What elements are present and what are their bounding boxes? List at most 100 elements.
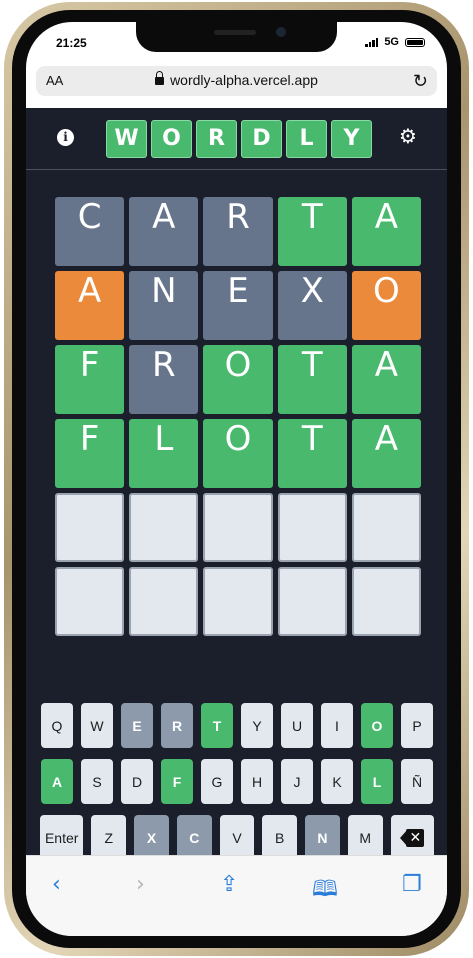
key-d[interactable]: D	[121, 759, 153, 804]
browser-toolbar: ‹ › ⇪ 🕮 ❐	[26, 855, 447, 936]
letter-tile: T	[277, 197, 347, 266]
key-z[interactable]: Z	[91, 815, 127, 860]
letter-tile	[203, 567, 273, 636]
url-text: wordly-alpha.vercel.app	[170, 72, 318, 88]
guess-row: FLOTA	[55, 419, 422, 488]
letter-tile: T	[277, 419, 347, 488]
letter-tile: F	[55, 419, 125, 488]
key-q[interactable]: Q	[41, 703, 73, 748]
signal-icon	[365, 37, 379, 47]
status-time: 21:25	[56, 36, 87, 50]
letter-tile	[277, 567, 347, 636]
key-l[interactable]: L	[361, 759, 393, 804]
key-a[interactable]: A	[41, 759, 73, 804]
gear-icon[interactable]: ⚙	[399, 126, 417, 146]
keyboard-row-1: QWERTYUIOP	[40, 703, 434, 748]
key-u[interactable]: U	[281, 703, 313, 748]
battery-icon	[405, 37, 425, 47]
letter-tile	[203, 493, 273, 562]
key-c[interactable]: C	[176, 815, 212, 860]
logo-letter: L	[286, 120, 327, 158]
enter-key[interactable]: Enter	[40, 815, 84, 860]
letter-tile	[129, 493, 199, 562]
letter-tile	[55, 567, 125, 636]
key-n[interactable]: N	[305, 815, 340, 860]
key-x[interactable]: X	[134, 815, 169, 860]
letter-tile: A	[351, 197, 422, 266]
screen: 21:25 5G AA wordly-alpha.vercel.app ↻ i …	[26, 22, 447, 936]
guess-row: ANEXO	[55, 271, 422, 340]
key-k[interactable]: K	[321, 759, 353, 804]
keyboard-row-2: ASDFGHJKLÑ	[40, 759, 434, 804]
letter-tile: O	[351, 271, 422, 340]
key-f[interactable]: F	[161, 759, 193, 804]
logo-letter: W	[106, 120, 147, 158]
reload-icon[interactable]: ↻	[413, 71, 428, 92]
key-h[interactable]: H	[241, 759, 273, 804]
back-icon[interactable]: ‹	[52, 872, 61, 897]
letter-tile: C	[55, 197, 125, 266]
logo-letter: O	[151, 120, 192, 158]
letter-tile: O	[203, 419, 273, 488]
letter-tile	[351, 567, 422, 636]
letter-tile	[351, 493, 422, 562]
forward-icon[interactable]: ›	[136, 872, 145, 897]
letter-tile: R	[129, 345, 199, 414]
tabs-icon[interactable]: ❐	[402, 872, 422, 897]
key-t[interactable]: T	[201, 703, 233, 748]
letter-tile: E	[203, 271, 273, 340]
letter-tile: L	[129, 419, 199, 488]
backspace-key[interactable]: ✕	[390, 815, 434, 860]
letter-tile: R	[203, 197, 273, 266]
key-g[interactable]: G	[201, 759, 233, 804]
key-i[interactable]: I	[321, 703, 353, 748]
key-ñ[interactable]: Ñ	[401, 759, 433, 804]
logo-letter: R	[196, 120, 237, 158]
logo-letter: Y	[331, 120, 372, 158]
letter-tile: A	[351, 419, 422, 488]
speaker	[214, 30, 256, 35]
key-r[interactable]: R	[161, 703, 193, 748]
letter-tile: A	[351, 345, 422, 414]
keyboard-row-3: Enter ZXCVBNM ✕	[40, 815, 434, 860]
app-header: i WORDLY ⚙	[26, 108, 447, 170]
address-bar[interactable]: AA wordly-alpha.vercel.app ↻	[36, 66, 437, 96]
lock-icon	[155, 71, 165, 85]
bookmarks-icon[interactable]: 🕮	[312, 872, 338, 910]
key-e[interactable]: E	[121, 703, 153, 748]
front-camera	[276, 27, 286, 37]
guess-row	[55, 493, 422, 562]
letter-tile	[129, 567, 199, 636]
url-display[interactable]: wordly-alpha.vercel.app	[36, 71, 437, 88]
letter-tile: A	[55, 271, 125, 340]
key-o[interactable]: O	[361, 703, 393, 748]
key-v[interactable]: V	[219, 815, 255, 860]
keyboard: QWERTYUIOP ASDFGHJKLÑ Enter ZXCVBNM ✕	[40, 703, 434, 871]
phone-frame: 21:25 5G AA wordly-alpha.vercel.app ↻ i …	[0, 0, 473, 958]
network-label: 5G	[384, 36, 399, 48]
key-s[interactable]: S	[81, 759, 113, 804]
key-b[interactable]: B	[262, 815, 298, 860]
key-w[interactable]: W	[81, 703, 113, 748]
letter-tile: X	[277, 271, 347, 340]
status-indicators: 5G	[365, 36, 425, 48]
notch	[136, 22, 337, 52]
letter-tile: A	[129, 197, 199, 266]
info-icon[interactable]: i	[57, 129, 74, 146]
app-logo: WORDLY	[106, 120, 372, 158]
backspace-icon: ✕	[400, 828, 425, 847]
guess-row	[55, 567, 422, 636]
guess-grid: CARTAANEXOFROTAFLOTA	[55, 197, 422, 641]
key-p[interactable]: P	[401, 703, 433, 748]
letter-tile	[277, 493, 347, 562]
key-m[interactable]: M	[347, 815, 383, 860]
key-y[interactable]: Y	[241, 703, 273, 748]
guess-row: CARTA	[55, 197, 422, 266]
letter-tile: O	[203, 345, 273, 414]
letter-tile: F	[55, 345, 125, 414]
share-icon[interactable]: ⇪	[220, 872, 238, 897]
letter-tile: T	[277, 345, 347, 414]
guess-row: FROTA	[55, 345, 422, 414]
key-j[interactable]: J	[281, 759, 313, 804]
letter-tile	[55, 493, 125, 562]
